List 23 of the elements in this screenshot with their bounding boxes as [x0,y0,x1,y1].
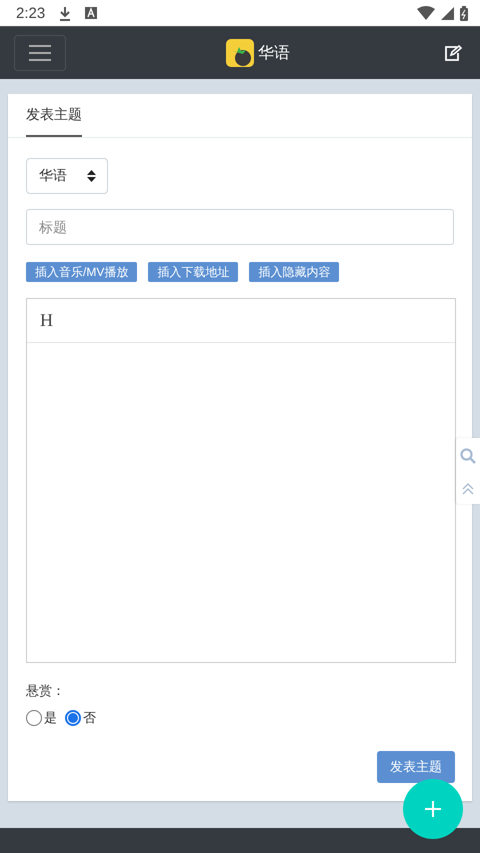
clock: 2:23 [16,4,46,22]
site-title: 华语 [258,44,290,64]
tab[interactable]: 发表主题 [26,94,82,137]
radio-button[interactable] [65,710,81,726]
app-logo [226,39,254,67]
radio-label: 否 [83,709,96,727]
notification-icon [85,7,98,19]
plus-icon [424,800,442,818]
signal-icon [441,6,454,20]
download-icon [59,6,72,20]
sort-caret-icon [87,170,96,182]
radio-button[interactable] [26,710,42,726]
title-input[interactable]: 标题 [26,209,454,245]
text-editor[interactable]: H [26,298,456,663]
wifi-icon [417,6,435,20]
menu-button[interactable] [14,35,66,71]
battery-icon [460,6,468,20]
category-select[interactable]: 华语 [26,158,108,194]
radio-label: 是 [44,709,57,727]
heading-button[interactable]: H [40,310,53,331]
reward-label: 悬赏： [26,682,66,700]
menu-icon [28,44,52,62]
edit-icon[interactable] [444,45,462,61]
